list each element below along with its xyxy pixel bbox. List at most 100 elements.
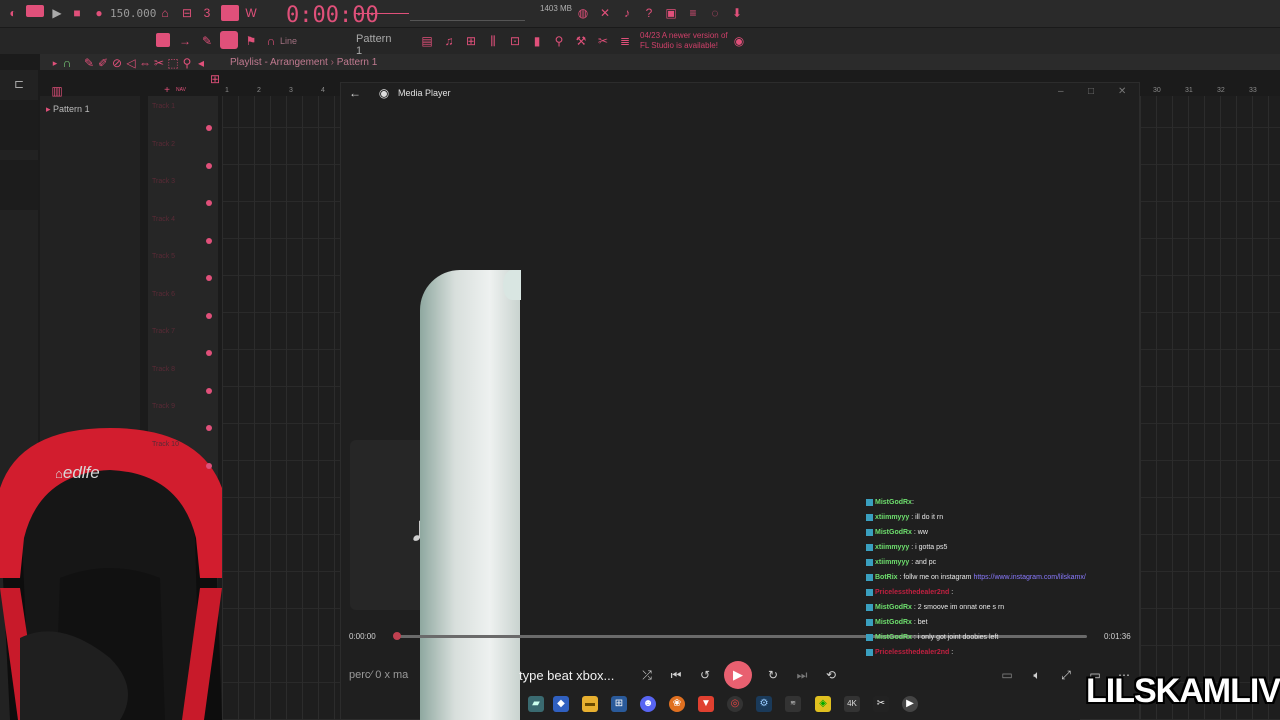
volume-icon[interactable]: 🔈︎	[1028, 668, 1046, 683]
pattern-item[interactable]: ▸ Pattern 1	[46, 104, 90, 115]
miniplayer-icon[interactable]: ▭	[998, 668, 1016, 682]
update-notice[interactable]: 04/23 A newer version of FL Studio is av…	[640, 31, 735, 51]
discord-icon[interactable]: ☻	[640, 696, 656, 712]
playlist-icon[interactable]: ▤	[420, 34, 434, 48]
steam-icon[interactable]: ⚙	[756, 696, 772, 712]
app-icon-copilot[interactable]: ◆	[553, 696, 569, 712]
pattern-selector[interactable]: Pattern 1	[356, 33, 398, 57]
tempo-tapper-icon[interactable]: ⚲	[552, 34, 566, 48]
maximize-icon[interactable]: □	[1088, 86, 1094, 97]
channel-rack-icon[interactable]: ⊞	[464, 34, 478, 48]
track-label[interactable]: Track 7	[152, 328, 175, 335]
playlist-grid-left[interactable]	[222, 96, 340, 720]
stamp-icon[interactable]: ⚑	[244, 34, 258, 48]
snap-label[interactable]: Line	[280, 36, 297, 46]
browser-icon[interactable]	[156, 33, 170, 47]
select-tool-icon[interactable]: ⬚	[166, 56, 180, 70]
playlist-grid-right[interactable]	[1140, 96, 1280, 720]
tempo-display[interactable]: 150.000	[110, 7, 156, 20]
browser-toggle-icon[interactable]: ⊏	[12, 77, 26, 91]
paint-tool-icon[interactable]: ✐	[96, 56, 110, 70]
plugin-icon[interactable]: ▮	[530, 34, 544, 48]
download-icon[interactable]: ⬇	[730, 6, 744, 20]
track-mute-led[interactable]	[206, 350, 212, 356]
brush-icon[interactable]	[220, 31, 238, 49]
rewind-10-icon[interactable]: ↺	[696, 668, 714, 682]
slice-tool-icon[interactable]: ✂	[152, 56, 166, 70]
wait-icon[interactable]: ⊟	[180, 6, 194, 20]
mixer-view-icon[interactable]: ⫼	[486, 34, 500, 48]
track-label[interactable]: Track 2	[152, 141, 175, 148]
repeat-off-icon[interactable]: ⟲	[822, 668, 840, 682]
arrow-icon[interactable]: →	[178, 34, 192, 48]
minimize-icon[interactable]: –	[1058, 86, 1064, 97]
app-icon-reach[interactable]: ≋	[785, 696, 801, 712]
track-label[interactable]: Track 6	[152, 291, 175, 298]
track-label[interactable]: Track 9	[152, 403, 175, 410]
metronome-icon[interactable]: ⌂	[158, 6, 172, 20]
tools-icon[interactable]: ✕	[598, 6, 612, 20]
track-label[interactable]: Track 3	[152, 178, 175, 185]
master-pitch-slider[interactable]	[410, 20, 525, 21]
file-explorer-icon[interactable]: ▬	[582, 696, 598, 712]
media-player-taskbar-icon[interactable]: ▶	[902, 696, 918, 712]
track-mute-led[interactable]	[206, 312, 212, 319]
seek-handle[interactable]	[393, 632, 401, 640]
track-mute-led[interactable]	[206, 425, 212, 431]
piano-roll-icon[interactable]: ♫	[442, 34, 456, 48]
track-mute-led[interactable]	[206, 200, 212, 206]
draw-tool-icon[interactable]: ✎	[82, 56, 96, 70]
chat-icon[interactable]: ◌	[708, 6, 722, 20]
brave-icon[interactable]: ▼	[698, 696, 714, 712]
app-icon-1[interactable]: ▰	[528, 696, 544, 712]
fl-studio-icon[interactable]: ❀	[669, 696, 685, 712]
app-icon-4k[interactable]: 4K	[844, 696, 860, 712]
step-edit-icon[interactable]: W	[244, 6, 258, 20]
help-icon[interactable]: ?	[642, 6, 656, 20]
close-icon[interactable]: ✕	[1118, 86, 1126, 97]
save-icon[interactable]: ▣	[664, 6, 678, 20]
delete-tool-icon[interactable]: ⊘	[110, 56, 124, 70]
mic-icon[interactable]: ♪	[620, 6, 634, 20]
mute-tool-icon[interactable]: ◁	[124, 56, 138, 70]
cpu-icon[interactable]: ◍	[576, 6, 590, 20]
track-label[interactable]: Track 5	[152, 253, 175, 260]
track-mute-led[interactable]	[206, 237, 212, 244]
slip-tool-icon[interactable]: ⇔	[138, 56, 152, 70]
record-icon[interactable]: ●	[92, 6, 106, 20]
wrench-icon[interactable]: ⚒	[574, 34, 588, 48]
loop-record-icon[interactable]	[221, 5, 239, 21]
picker-menu-icon[interactable]: ▥	[50, 84, 64, 98]
pencil-icon[interactable]: ✎	[200, 34, 214, 48]
online-icon[interactable]: ◉	[732, 34, 746, 48]
track-label[interactable]: Track 1	[152, 103, 175, 110]
capcut-icon[interactable]: ✂	[873, 696, 889, 712]
play-icon[interactable]: ▶	[50, 6, 64, 20]
countdown-icon[interactable]: 3	[200, 6, 214, 20]
master-volume-slider[interactable]	[354, 13, 409, 14]
chrome-icon[interactable]: ◎	[727, 696, 743, 712]
store-icon[interactable]: ⊞	[611, 696, 627, 712]
track-label[interactable]: Track 10	[152, 441, 179, 448]
grid-icon[interactable]: ⊞	[208, 72, 222, 86]
shuffle-icon[interactable]: ⤮	[638, 668, 656, 683]
track-mute-led[interactable]	[206, 125, 212, 131]
previous-icon[interactable]: ⏮	[667, 668, 685, 683]
add-track-icon[interactable]: +	[160, 84, 174, 98]
playback-tool-icon[interactable]: ◂	[194, 56, 208, 70]
news-icon[interactable]: ≣	[618, 34, 632, 48]
play-button[interactable]: ▶	[724, 661, 752, 689]
chat-link[interactable]: https://www.instagram.com/lilskamx/	[973, 574, 1085, 581]
track-mute-led[interactable]	[206, 162, 212, 169]
back-arrow-icon[interactable]: ←	[348, 86, 362, 100]
track-mute-led[interactable]	[206, 275, 212, 281]
magnet-icon[interactable]: ∩	[264, 34, 278, 48]
next-icon[interactable]: ⏭	[793, 668, 811, 683]
track-mute-led[interactable]	[206, 387, 212, 394]
fl-menu-icon[interactable]	[26, 5, 44, 17]
track-label[interactable]: Track 8	[152, 366, 175, 373]
fl-logo-icon[interactable]: ◐	[6, 6, 20, 20]
stop-icon[interactable]: ■	[70, 6, 84, 20]
mixer-icon[interactable]: ≡	[686, 6, 700, 20]
forward-30-icon[interactable]: ↻	[764, 668, 782, 682]
